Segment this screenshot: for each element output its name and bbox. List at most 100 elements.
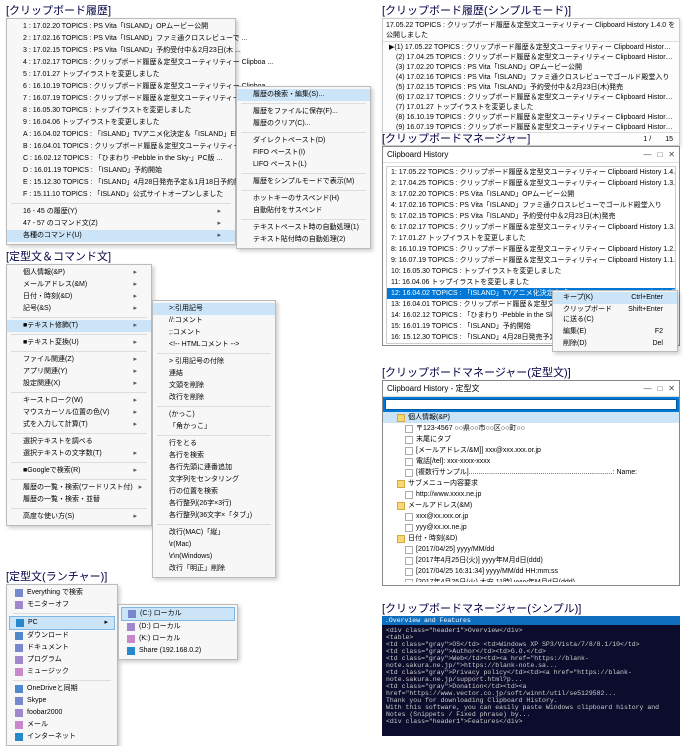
menu-item[interactable]: 自動貼付をサスペンド	[237, 205, 370, 217]
search-input[interactable]	[385, 399, 677, 410]
menu-item[interactable]: 47 - 57 のコマンド文(Z)	[7, 218, 235, 230]
list-item[interactable]: (5) 17.02.15 TOPICS : PS Vita「ISLAND」予約受…	[383, 82, 679, 92]
menu-item[interactable]: 日付・時刻(&D)	[7, 291, 151, 303]
tree-row[interactable]: 個人情報(&P)	[383, 412, 679, 423]
tree-row[interactable]: [2017/04/25] yyyy/MM/dd	[383, 544, 679, 555]
menu-item[interactable]: 7 : 16.07.19 TOPICS : クリップボード履歴＆定型文ユーティリ…	[7, 93, 235, 105]
menu-item[interactable]: ホットキーのサスペンド(H)	[237, 193, 370, 205]
menu-item[interactable]: 行をとる	[153, 438, 275, 450]
launch-item[interactable]: Skype	[9, 695, 115, 707]
list-item[interactable]: 4: 17.02.16 TOPICS : PS Vita「ISLAND」ファミ通…	[387, 200, 675, 211]
tree-row[interactable]: [メールアドレス/&M]] xxx@xxx.xxx.or.jp	[383, 445, 679, 456]
menu-item[interactable]: キーストローク(W)	[7, 395, 151, 407]
menu-item[interactable]: <!-- HTMLコメント -->	[153, 339, 275, 351]
tree-row[interactable]: 電話[/tel]: xxx-xxxx-xxxx	[383, 456, 679, 467]
tree-row[interactable]: yyy@xx.xx.ne.jp	[383, 522, 679, 533]
menu-item[interactable]: 個人情報(&P)	[7, 267, 151, 279]
list-item[interactable]: (6) 17.02.17 TOPICS : クリップボード履歴＆定型文ユーティリ…	[383, 92, 679, 102]
list-item[interactable]: 1: 17.05.22 TOPICS : クリップボード履歴＆定型文ユーティリテ…	[387, 167, 675, 178]
launch-item[interactable]: foobar2000	[9, 707, 115, 719]
menu-item[interactable]: 改行を削除	[153, 392, 275, 404]
menu-item[interactable]: 高度な使い方(S)	[7, 511, 151, 523]
close-icon[interactable]: ✕	[668, 150, 675, 159]
menu-item[interactable]: //:コメント	[153, 315, 275, 327]
list-item[interactable]: 2: 17.04.25 TOPICS : クリップボード履歴＆定型文ユーティリテ…	[387, 178, 675, 189]
tree-row[interactable]: 末尾にタブ	[383, 434, 679, 445]
list-item[interactable]: (4) 17.02.16 TOPICS : PS Vita「ISLAND」ファミ…	[383, 72, 679, 82]
menu-item[interactable]: 各行整列(36文字×「タブ」)	[153, 510, 275, 522]
menu-item[interactable]: テキストペースト時の自動処理(1)	[237, 222, 370, 234]
menu-item[interactable]: ダイレクトペースト(D)	[237, 135, 370, 147]
menu-item[interactable]: 改行(MAC)「縦」	[153, 527, 275, 539]
list-item[interactable]: (3) 17.02.20 TOPICS : PS Vita「ISLAND」OPム…	[383, 62, 679, 72]
tree-row[interactable]: サブメニュー内容要求	[383, 478, 679, 489]
menu-item[interactable]: 9 : 16.04.06 トップイラストを変更しました	[7, 117, 235, 129]
launch-item[interactable]: OneDriveと同期	[9, 683, 115, 695]
list-item[interactable]: 8: 16.10.19 TOPICS : クリップボード履歴＆定型文ユーティリテ…	[387, 244, 675, 255]
list-item[interactable]: 10: 16.05.30 TOPICS : トップイラストを変更しました	[387, 266, 675, 277]
menu-item[interactable]: C : 16.02.12 TOPICS : 「ひまわり -Pebble in t…	[7, 153, 235, 165]
launch-item[interactable]: プログラム	[9, 654, 115, 666]
menu-item[interactable]: 選択テキストの文字数(T)	[7, 448, 151, 460]
launch-item[interactable]: Everything で検索	[9, 587, 115, 599]
menu-item[interactable]: 履歴の一覧・検索・並替	[7, 494, 151, 506]
menu-item[interactable]: \r\n(Windows)	[153, 551, 275, 563]
menu-item[interactable]: 各行整列(26字×3行)	[153, 498, 275, 510]
menu-item[interactable]: 4 : 17.02.17 TOPICS : クリップボード履歴＆定型文ユーティリ…	[7, 57, 235, 69]
menu-item[interactable]: 履歴をシンプルモードで表示(M)	[237, 176, 370, 188]
menu-item[interactable]: 5 : 17.01.27 トップイラストを変更しました	[7, 69, 235, 81]
menu-item[interactable]: 各行先頭に連番追加	[153, 462, 275, 474]
min-icon[interactable]: —	[643, 150, 651, 159]
menu-item[interactable]: ■Googleで検索(R)	[7, 465, 151, 477]
launch-item[interactable]: (C:) ローカル	[121, 607, 235, 621]
menu-item[interactable]: 行の位置を検索	[153, 486, 275, 498]
tree-row[interactable]: xxx@xx.xxx.or.jp	[383, 511, 679, 522]
launch-item[interactable]: PC▸	[9, 616, 115, 630]
tree-row[interactable]: メールアドレス(&M)	[383, 500, 679, 511]
menu-item[interactable]: 16 - 45 の履歴(Y)	[7, 206, 235, 218]
menu-item[interactable]: 式を入力して計算(T)	[7, 419, 151, 431]
menu-item[interactable]: 改行「明正」削除	[153, 563, 275, 575]
menu-item[interactable]: マウスカーソル位置の色(V)	[7, 407, 151, 419]
tree-row[interactable]: [2017/04/25 16:31:34] yyyy/MM/dd HH:mm:s…	[383, 566, 679, 577]
menu-item[interactable]: 履歴の検索・編集(S)...	[237, 89, 370, 101]
menu-item[interactable]: D : 16.01.19 TOPICS : 「ISLAND」予約開始	[7, 165, 235, 177]
menu-item[interactable]: \r(Mac)	[153, 539, 275, 551]
launch-item[interactable]: (K:) ローカル	[121, 633, 235, 645]
menu-item[interactable]: (かっこ)	[153, 409, 275, 421]
close-icon[interactable]: ✕	[668, 384, 675, 393]
menu-item[interactable]: 「角かっこ」	[153, 421, 275, 433]
menu-item[interactable]: 連結	[153, 368, 275, 380]
ctx-item[interactable]: クリップボードに送る(C)Shift+Enter	[553, 304, 677, 326]
menu-item[interactable]: >:引用記号	[153, 303, 275, 315]
list-item[interactable]: (7) 17.01.27 トップイラストを変更しました	[383, 102, 679, 112]
menu-item[interactable]: A : 16.04.02 TOPICS : 「ISLAND」TVアニメ化決定＆「…	[7, 129, 235, 141]
menu-item[interactable]: 選択テキストを調べる	[7, 436, 151, 448]
list-item[interactable]: 7: 17.01.27 トップイラストを変更しました	[387, 233, 675, 244]
menu-item[interactable]: E : 15.12.30 TOPICS : 「ISLAND」4月28日発売予定＆…	[7, 177, 235, 189]
tree-row[interactable]: [2017年4月25日(火)] yyyy年M月d日(ddd)	[383, 555, 679, 566]
ctx-item[interactable]: 削除(D)Del	[553, 338, 677, 350]
menu-item[interactable]: 履歴の一覧・検索(ワードリスト付)	[7, 482, 151, 494]
list-item[interactable]: 6: 17.02.17 TOPICS : クリップボード履歴＆定型文ユーティリテ…	[387, 222, 675, 233]
menu-item[interactable]: テキスト貼付時の自動処理(2)	[237, 234, 370, 246]
tree-row[interactable]: 日付・時刻(&D)	[383, 533, 679, 544]
menu-item[interactable]: アプリ関連(Y)	[7, 366, 151, 378]
max-icon[interactable]: □	[657, 150, 662, 159]
menu-item[interactable]: ファイル関連(Z)	[7, 354, 151, 366]
list-item[interactable]: ▶(1) 17.05.22 TOPICS : クリップボード履歴＆定型文ユーティ…	[383, 42, 679, 52]
menu-item[interactable]: 設定関連(X)	[7, 378, 151, 390]
launch-item[interactable]: ダウンロード	[9, 630, 115, 642]
launch-item[interactable]: ドキュメント	[9, 642, 115, 654]
max-icon[interactable]: □	[657, 384, 662, 393]
launch-item[interactable]: モニターオフ	[9, 599, 115, 611]
list-item[interactable]: (2) 17.04.25 TOPICS : クリップボード履歴＆定型文ユーティリ…	[383, 52, 679, 62]
menu-item[interactable]: メールアドレス(&M)	[7, 279, 151, 291]
launch-item[interactable]: ミュージック	[9, 666, 115, 678]
list-item[interactable]: 3: 17.02.20 TOPICS : PS Vita「ISLAND」OPムー…	[387, 189, 675, 200]
ctx-item[interactable]: キープ(K)Ctrl+Enter	[553, 292, 677, 304]
menu-item[interactable]: > 引用記号の付除	[153, 356, 275, 368]
tree-row[interactable]: http://www.xxxx.ne.jp	[383, 489, 679, 500]
menu-item[interactable]: 記号(&S)	[7, 303, 151, 315]
list-item[interactable]: 9: 16.07.19 TOPICS : クリップボード履歴＆定型文ユーティリテ…	[387, 255, 675, 266]
